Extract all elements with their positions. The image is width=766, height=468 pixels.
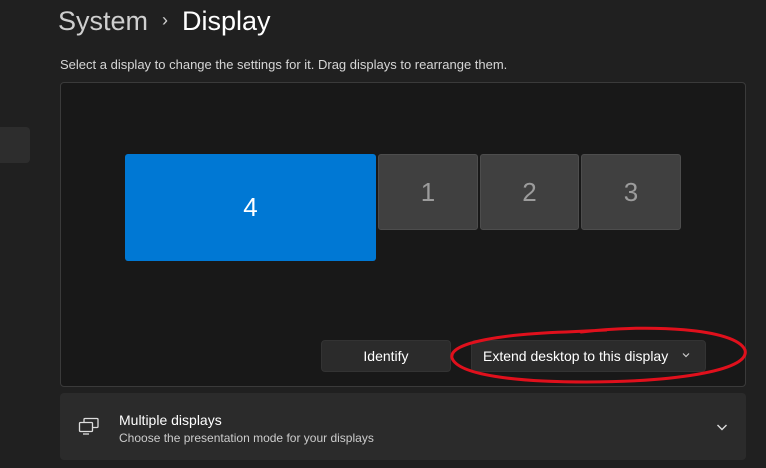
multiple-displays-icon	[78, 417, 99, 435]
identify-button[interactable]: Identify	[321, 340, 451, 372]
monitor-2[interactable]: 2	[480, 154, 579, 230]
left-nav-selected-item[interactable]	[0, 127, 30, 163]
instruction-text: Select a display to change the settings …	[60, 57, 508, 72]
breadcrumb: System › Display	[58, 2, 271, 40]
monitor-4[interactable]: 4	[125, 154, 376, 261]
left-nav	[0, 0, 30, 468]
breadcrumb-system[interactable]: System	[58, 6, 148, 37]
display-arrangement-canvas[interactable]: 4 1 2 3 Identify Extend desktop to this …	[60, 82, 746, 387]
multiple-displays-subtitle: Choose the presentation mode for your di…	[119, 431, 374, 445]
monitor-1[interactable]: 1	[378, 154, 478, 230]
chevron-down-icon	[682, 353, 690, 358]
breadcrumb-separator-icon: ›	[162, 9, 169, 30]
chevron-down-icon[interactable]	[716, 422, 728, 432]
extend-mode-dropdown[interactable]: Extend desktop to this display	[471, 340, 706, 372]
monitor-3[interactable]: 3	[581, 154, 681, 230]
extend-mode-value: Extend desktop to this display	[483, 348, 669, 364]
multiple-displays-title: Multiple displays	[119, 412, 222, 428]
multiple-displays-row[interactable]: Multiple displays Choose the presentatio…	[60, 393, 746, 460]
page-title: Display	[182, 5, 271, 36]
